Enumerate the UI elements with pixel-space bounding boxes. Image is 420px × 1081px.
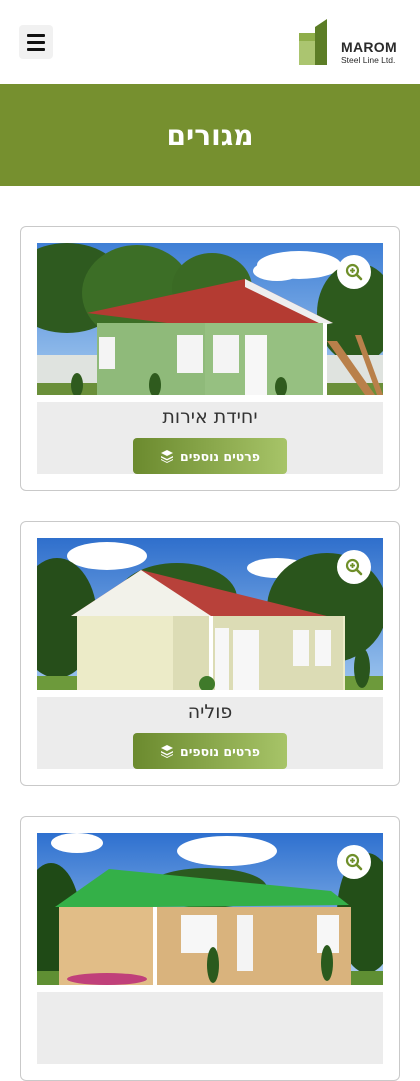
zoom-in-icon[interactable]	[337, 550, 371, 584]
layers-icon	[160, 450, 173, 463]
product-info: יחידת אירות פרטים נוספים	[37, 402, 383, 474]
zoom-in-icon[interactable]	[337, 845, 371, 879]
zoom-in-icon[interactable]	[337, 255, 371, 289]
product-card	[20, 816, 400, 1081]
product-image[interactable]	[37, 538, 383, 690]
product-card: יחידת אירות פרטים נוספים	[20, 226, 400, 491]
more-details-button[interactable]: פרטים נוספים	[133, 733, 287, 769]
layers-icon	[160, 745, 173, 758]
house-illustration	[37, 243, 383, 395]
hamburger-icon	[27, 33, 45, 37]
house-illustration	[37, 538, 383, 690]
site-header: MAROM Steel Line Ltd.	[0, 0, 420, 84]
more-details-label: פרטים נוספים	[179, 743, 261, 759]
menu-button[interactable]	[19, 25, 53, 59]
product-title: פוליה	[187, 701, 233, 723]
logo-name: MAROM	[341, 39, 397, 55]
more-details-button[interactable]: פרטים נוספים	[133, 438, 287, 474]
more-details-label: פרטים נוספים	[179, 448, 261, 464]
logo-mark-icon	[299, 19, 327, 65]
product-info: פוליה פרטים נוספים	[37, 697, 383, 769]
product-title: יחידת אירות	[162, 406, 258, 428]
product-image[interactable]	[37, 243, 383, 395]
product-image[interactable]	[37, 833, 383, 985]
logo[interactable]: MAROM Steel Line Ltd.	[299, 19, 401, 67]
logo-subtitle: Steel Line Ltd.	[341, 55, 396, 65]
product-info	[37, 992, 383, 1064]
page-title: מגורים	[166, 118, 254, 152]
house-illustration	[37, 833, 383, 985]
page-banner: מגורים	[0, 84, 420, 186]
product-card: פוליה פרטים נוספים	[20, 521, 400, 786]
